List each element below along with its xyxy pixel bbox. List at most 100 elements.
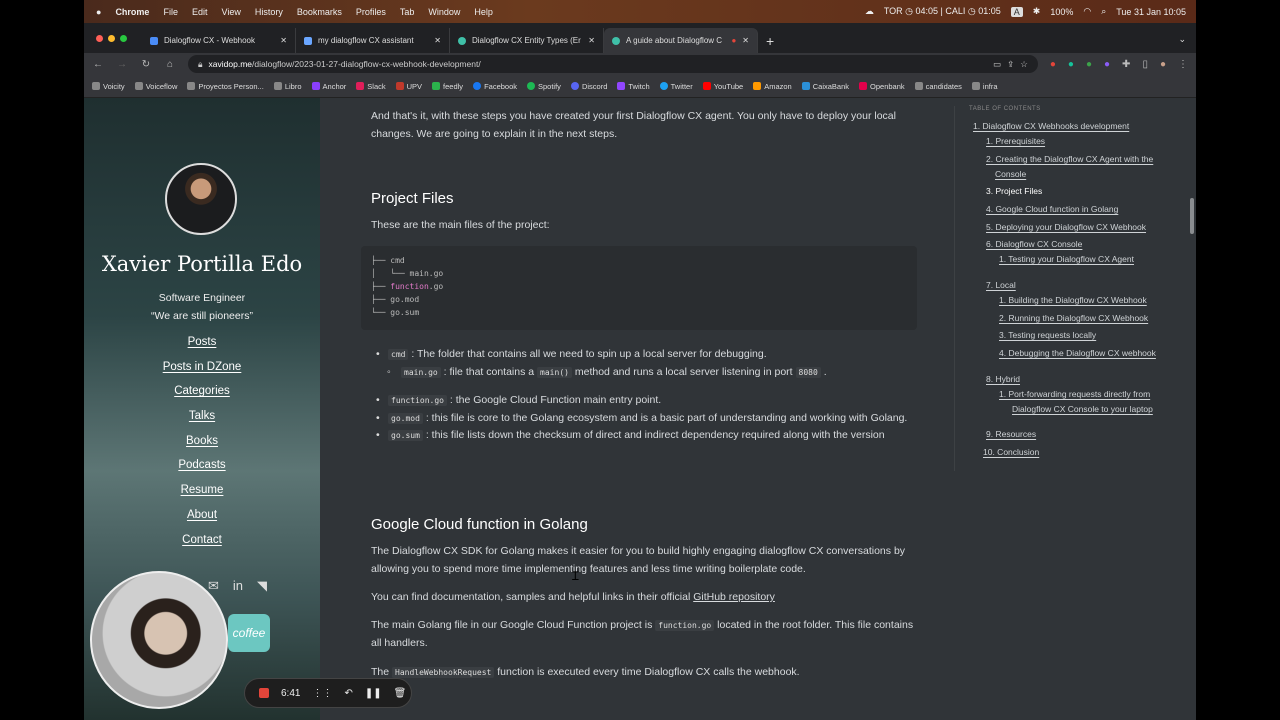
- wifi-icon[interactable]: ◠: [1083, 6, 1091, 17]
- toc-item[interactable]: Dialogflow CX Console to your laptop: [1012, 402, 1153, 417]
- world-clock[interactable]: TOR ◷ 04:05 | CALI ◷ 01:05: [884, 6, 1001, 17]
- toc-item[interactable]: 9. Resources: [986, 427, 1036, 442]
- back-icon[interactable]: ←: [92, 59, 104, 70]
- nav-talks[interactable]: Talks: [84, 410, 320, 435]
- extension-purple-icon[interactable]: ●: [1104, 59, 1110, 70]
- menu-view[interactable]: View: [221, 7, 240, 17]
- bookmark-youtube[interactable]: YouTube: [702, 82, 743, 91]
- bookmark-slack[interactable]: Slack: [356, 82, 386, 91]
- bookmark-discord[interactable]: Discord: [570, 82, 607, 91]
- bookmark-anchor[interactable]: Anchor: [311, 82, 346, 91]
- toc-item[interactable]: 10. Conclusion: [983, 445, 1039, 460]
- input-source[interactable]: A: [1010, 6, 1023, 17]
- bookmark-libro[interactable]: Libro: [273, 82, 302, 91]
- close-tab-icon[interactable]: ✕: [434, 36, 441, 45]
- nav-posts[interactable]: Posts: [84, 336, 320, 361]
- bluetooth-icon[interactable]: ✱: [1033, 6, 1041, 17]
- bookmark-star-icon[interactable]: ☆: [1020, 59, 1028, 70]
- bookmark-voiceflow[interactable]: Voiceflow: [134, 82, 177, 91]
- extensions-puzzle-icon[interactable]: ✚: [1122, 59, 1130, 70]
- rss-icon[interactable]: ◥: [257, 578, 267, 594]
- menu-bookmarks[interactable]: Bookmarks: [297, 7, 342, 17]
- bookmark-upv[interactable]: UPV: [395, 82, 422, 91]
- tab-entity-types[interactable]: Dialogflow CX Entity Types (Er ✕: [450, 28, 604, 53]
- share-icon[interactable]: ⇪: [1007, 59, 1014, 70]
- bookmark-twitter[interactable]: Twitter: [659, 82, 693, 91]
- forward-icon[interactable]: →: [116, 59, 128, 70]
- close-window-button[interactable]: [96, 35, 103, 42]
- search-icon[interactable]: ⌕: [1101, 6, 1106, 17]
- stop-recording-icon[interactable]: [259, 688, 269, 698]
- app-menu[interactable]: Chrome: [115, 7, 149, 17]
- pause-icon[interactable]: ❚❚: [365, 688, 382, 699]
- tab-search-chevron-icon[interactable]: ⌄: [1168, 34, 1196, 53]
- toc-item[interactable]: 4. Debugging the Dialogflow CX webhook: [999, 346, 1156, 361]
- extension-green-icon[interactable]: ●: [1086, 59, 1092, 70]
- bookmark-candidates[interactable]: candidates: [914, 82, 962, 91]
- home-icon[interactable]: ⌂: [164, 59, 176, 70]
- address-bar[interactable]: 🔒︎ xavidop.me/dialogflow/2023-01-27-dial…: [188, 55, 1038, 73]
- tab-webhook[interactable]: Dialogflow CX - Webhook ✕: [142, 28, 296, 53]
- toc-item[interactable]: 1. Prerequisites: [986, 134, 1045, 149]
- close-tab-icon[interactable]: ✕: [588, 36, 595, 45]
- battery-status[interactable]: 100%: [1050, 7, 1073, 17]
- bookmark-amazon[interactable]: Amazon: [753, 82, 792, 91]
- linkedin-icon[interactable]: in: [233, 578, 243, 594]
- zoom-window-button[interactable]: [120, 35, 127, 42]
- toc-item[interactable]: 7. Local: [986, 278, 1016, 293]
- email-icon[interactable]: ✉: [208, 578, 219, 594]
- toc-item[interactable]: 1. Dialogflow CX Webhooks development: [973, 119, 1129, 134]
- github-repository-link[interactable]: GitHub repository: [693, 591, 775, 603]
- new-tab-button[interactable]: +: [758, 33, 782, 53]
- toc-item[interactable]: 3. Testing requests locally: [999, 328, 1096, 343]
- menu-edit[interactable]: Edit: [192, 7, 208, 17]
- bookmark-proyectos[interactable]: Proyectos Person...: [187, 82, 264, 91]
- cast-icon[interactable]: ▭: [993, 59, 1001, 70]
- trash-icon[interactable]: 🗑︎: [394, 688, 407, 699]
- scrollbar-thumb[interactable]: [1190, 198, 1194, 234]
- nav-podcasts[interactable]: Podcasts: [84, 459, 320, 484]
- bookmark-caixabank[interactable]: CaixaBank: [801, 82, 849, 91]
- extension-grammarly-icon[interactable]: ●: [1068, 59, 1074, 70]
- extension-red-icon[interactable]: ●: [1050, 59, 1056, 70]
- close-tab-icon[interactable]: ✕: [280, 36, 287, 45]
- toc-item[interactable]: 5. Deploying your Dialogflow CX Webhook: [986, 220, 1146, 235]
- menu-tab[interactable]: Tab: [400, 7, 415, 17]
- bookmark-facebook[interactable]: Facebook: [473, 82, 517, 91]
- menu-history[interactable]: History: [255, 7, 283, 17]
- grid-icon[interactable]: ⋮⋮: [312, 688, 332, 699]
- sidepanel-icon[interactable]: ▯: [1142, 59, 1148, 70]
- cloud-icon[interactable]: ☁: [865, 6, 874, 17]
- minimize-window-button[interactable]: [108, 35, 115, 42]
- menu-file[interactable]: File: [163, 7, 178, 17]
- tab-assistant[interactable]: my dialogflow CX assistant ✕: [296, 28, 450, 53]
- bookmark-infra[interactable]: infra: [971, 82, 998, 91]
- nav-about[interactable]: About: [84, 509, 320, 534]
- toc-item[interactable]: 1. Building the Dialogflow CX Webhook: [999, 293, 1147, 308]
- nav-books[interactable]: Books: [84, 435, 320, 460]
- undo-icon[interactable]: ↶: [344, 688, 352, 699]
- toc-item[interactable]: 1. Port-forwarding requests directly fro…: [999, 387, 1150, 402]
- apple-icon[interactable]: ●: [96, 7, 101, 17]
- nav-resume[interactable]: Resume: [84, 484, 320, 509]
- nav-contact[interactable]: Contact: [84, 534, 320, 559]
- close-tab-icon[interactable]: ✕: [742, 36, 749, 45]
- datetime[interactable]: Tue 31 Jan 10:05: [1116, 7, 1186, 17]
- toc-item[interactable]: Console: [995, 167, 1026, 182]
- buy-me-a-coffee-button[interactable]: coffee: [228, 614, 270, 652]
- bookmark-voicity[interactable]: Voicity: [92, 82, 125, 91]
- toc-item[interactable]: 8. Hybrid: [986, 372, 1020, 387]
- bookmark-feedly[interactable]: feedly: [432, 82, 463, 91]
- lock-icon[interactable]: 🔒︎: [198, 59, 203, 70]
- toc-item[interactable]: 6. Dialogflow CX Console: [986, 237, 1082, 252]
- bookmark-twitch[interactable]: Twitch: [617, 82, 650, 91]
- author-name[interactable]: Xavier Portilla Edo: [84, 252, 320, 276]
- menu-help[interactable]: Help: [474, 7, 493, 17]
- reload-icon[interactable]: ↻: [140, 59, 152, 70]
- toc-item[interactable]: 2. Running the Dialogflow CX Webhook: [999, 311, 1148, 326]
- toc-item-current[interactable]: 3. Project Files: [986, 184, 1042, 199]
- bookmark-spotify[interactable]: Spotify: [527, 82, 561, 91]
- toc-item[interactable]: 4. Google Cloud function in Golang: [986, 202, 1118, 217]
- more-menu-icon[interactable]: ⋮: [1178, 59, 1188, 70]
- toc-item[interactable]: 2. Creating the Dialogflow CX Agent with…: [986, 152, 1153, 167]
